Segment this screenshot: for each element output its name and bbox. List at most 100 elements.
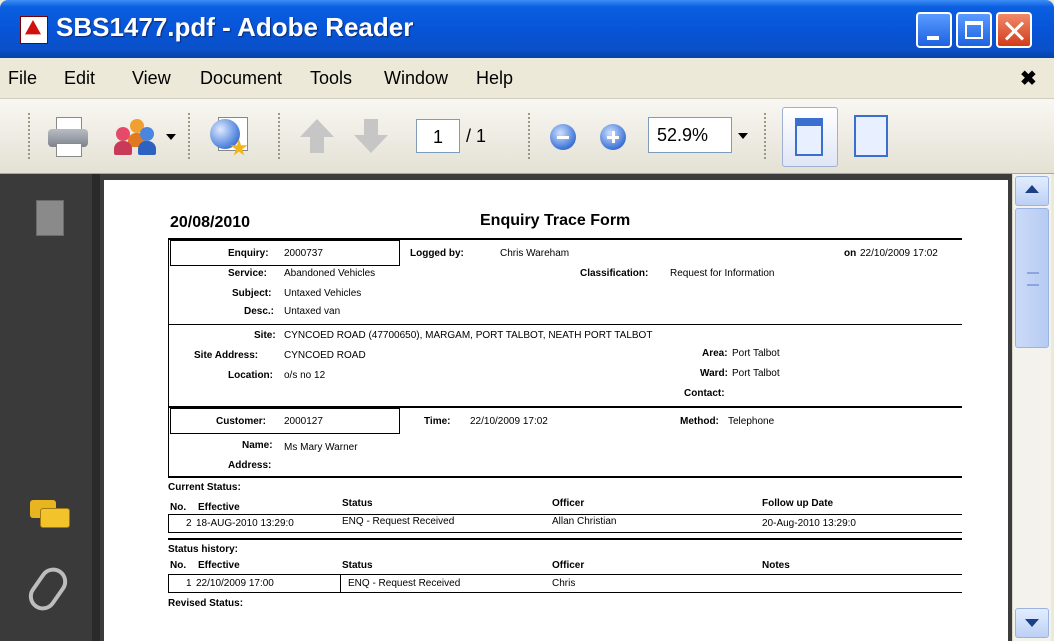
current-header-status: Status [342, 498, 373, 509]
page-number-input[interactable]: 1 [416, 119, 460, 153]
contact-label: Contact: [684, 388, 725, 399]
desc-label: Desc.: [244, 306, 275, 317]
subject-value: Untaxed Vehicles [284, 288, 362, 299]
current-header-followup: Follow up Date [762, 498, 834, 509]
toolbar: 1 / 1 52.9% [0, 99, 1054, 174]
zoom-level-input[interactable]: 52.9% [648, 117, 732, 153]
zoom-out-icon[interactable] [550, 124, 576, 150]
next-page-icon[interactable] [354, 119, 388, 155]
page-total: / 1 [466, 126, 487, 146]
scroll-up-icon[interactable] [1015, 176, 1049, 206]
menu-bar: File Edit View Document Tools Window Hel… [0, 58, 1054, 99]
fit-page-icon[interactable] [854, 115, 888, 157]
print-icon[interactable] [48, 117, 88, 157]
current-row-officer: Allan Christian [552, 516, 617, 527]
fit-width-icon[interactable] [782, 107, 838, 167]
chevron-down-icon[interactable] [738, 133, 748, 139]
toolbar-grip[interactable] [188, 113, 194, 159]
enquiry-value: 2000737 [284, 248, 323, 259]
name-label: Name: [242, 440, 273, 451]
history-header-no: No. [170, 560, 187, 571]
customer-label: Customer: [216, 416, 267, 427]
area-value: Port Talbot [732, 348, 780, 359]
ward-value: Port Talbot [732, 368, 780, 379]
enquiry-label: Enquiry: [228, 248, 269, 259]
close-document-icon[interactable]: ✖ [1020, 66, 1037, 91]
toolbar-grip[interactable] [528, 113, 534, 159]
on-value: 22/10/2009 17:02 [860, 248, 938, 259]
location-label: Location: [228, 370, 273, 381]
comments-icon[interactable] [30, 500, 70, 530]
history-header-effective: Effective [198, 560, 240, 571]
scroll-down-icon[interactable] [1015, 608, 1049, 638]
pdf-page: 20/08/2010 Enquiry Trace Form Enquiry: 2… [104, 180, 1008, 641]
document-area[interactable]: 20/08/2010 Enquiry Trace Form Enquiry: 2… [100, 174, 1012, 641]
history-header-status: Status [342, 560, 373, 571]
attachment-icon[interactable] [23, 562, 73, 616]
subject-label: Subject: [232, 288, 272, 299]
menu-file[interactable]: File [8, 68, 37, 89]
current-row-followup: 20-Aug-2010 13:29:0 [762, 518, 856, 529]
collaborate-icon[interactable] [114, 117, 156, 157]
time-label: Time: [424, 416, 451, 427]
history-row-effective: 22/10/2009 17:00 [196, 578, 274, 589]
menu-help[interactable]: Help [476, 68, 513, 89]
pages-icon[interactable] [31, 200, 64, 241]
ward-label: Ward: [700, 368, 728, 379]
site-address-value: CYNCOED ROAD [284, 350, 366, 361]
site-label: Site: [254, 330, 276, 341]
window-title: SBS1477.pdf - Adobe Reader [56, 12, 414, 42]
service-label: Service: [228, 268, 267, 279]
name-value: Ms Mary Warner [284, 442, 358, 453]
current-row-no: 2 [186, 518, 192, 529]
area-label: Area: [702, 348, 728, 359]
menu-tools[interactable]: Tools [310, 68, 352, 89]
address-label: Address: [228, 460, 272, 471]
zoom-in-icon[interactable] [600, 124, 626, 150]
scrollbar-thumb[interactable] [1015, 208, 1049, 348]
menu-edit[interactable]: Edit [64, 68, 95, 89]
current-row-status: ENQ - Request Received [342, 516, 455, 527]
desc-value: Untaxed van [284, 306, 341, 317]
revised-status-label: Revised Status: [168, 598, 244, 609]
close-window-button[interactable] [996, 12, 1032, 48]
toolbar-grip[interactable] [28, 113, 34, 159]
menu-document[interactable]: Document [200, 68, 282, 89]
form-date: 20/08/2010 [170, 214, 251, 231]
panel-divider[interactable] [92, 174, 100, 641]
toolbar-grip[interactable] [764, 113, 770, 159]
vertical-scrollbar[interactable] [1012, 174, 1051, 641]
pdf-file-icon [20, 16, 48, 44]
chevron-down-icon[interactable] [166, 134, 176, 140]
history-row-officer: Chris [552, 578, 576, 589]
toolbar-grip[interactable] [278, 113, 284, 159]
history-row-no: 1 [186, 578, 192, 589]
current-header-no: No. [170, 502, 187, 513]
customer-value: 2000127 [284, 416, 323, 427]
current-header-officer: Officer [552, 498, 585, 509]
classification-label: Classification: [580, 268, 649, 279]
location-value: o/s no 12 [284, 370, 326, 381]
time-value: 22/10/2009 17:02 [470, 416, 548, 427]
menu-window[interactable]: Window [384, 68, 448, 89]
title-bar[interactable]: SBS1477.pdf - Adobe Reader [0, 0, 1054, 58]
form-title: Enquiry Trace Form [480, 212, 631, 229]
service-value: Abandoned Vehicles [284, 268, 376, 279]
menu-view[interactable]: View [132, 68, 171, 89]
logged-by-label: Logged by: [410, 248, 464, 259]
logged-by-value: Chris Wareham [500, 248, 570, 259]
navigation-panel [0, 174, 92, 641]
site-address-label: Site Address: [194, 350, 259, 361]
method-label: Method: [680, 416, 719, 427]
minimize-button[interactable] [916, 12, 952, 48]
web-globe-icon[interactable] [210, 117, 250, 157]
method-value: Telephone [728, 416, 775, 427]
current-header-effective: Effective [198, 502, 240, 513]
history-header-officer: Officer [552, 560, 585, 571]
maximize-button[interactable] [956, 12, 992, 48]
current-status-label: Current Status: [168, 482, 241, 493]
previous-page-icon[interactable] [300, 119, 334, 155]
site-value: CYNCOED ROAD (47700650), MARGAM, PORT TA… [284, 330, 653, 341]
on-label: on [844, 248, 857, 259]
history-row-status: ENQ - Request Received [348, 578, 461, 589]
